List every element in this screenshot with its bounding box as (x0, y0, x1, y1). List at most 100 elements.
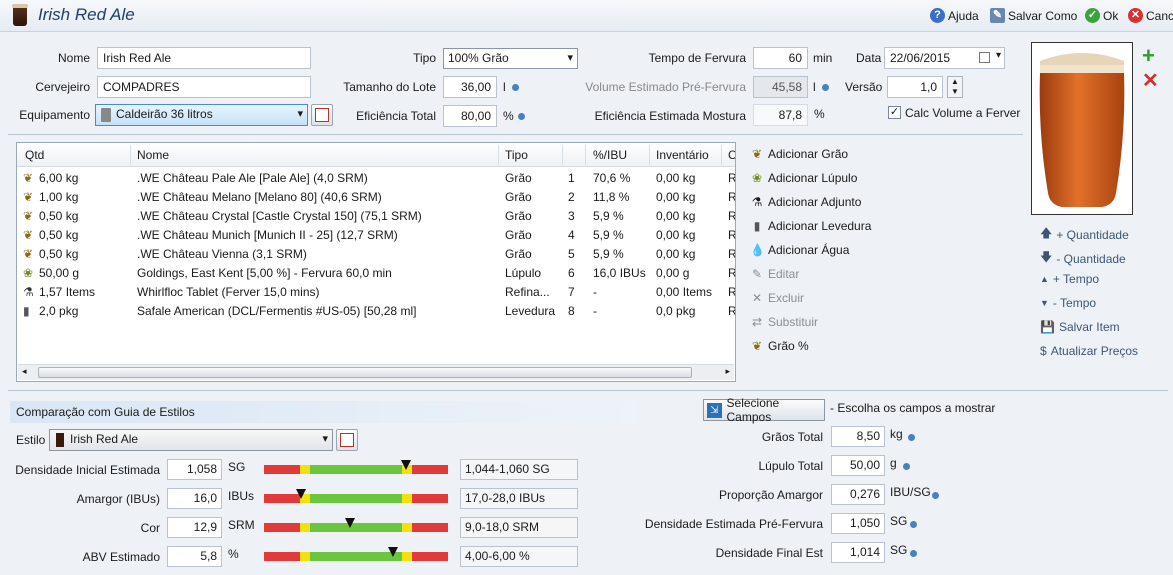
table-row[interactable]: ⚗ 1,57 Items Whirlfloc Tablet (Ferver 15,0… (17, 283, 736, 302)
row-inventory: 0,0 pkg (656, 304, 696, 318)
style-row-value: 5,8 (167, 546, 222, 567)
brewer-label: Cervejeiro (35, 80, 90, 94)
summary-field-label: Lúpulo Total (758, 459, 824, 473)
time-up-button[interactable]: ▲ + Tempo (1040, 272, 1099, 286)
save-as-button[interactable]: ✎ Salvar Como (990, 8, 1077, 23)
row-inventory: 0,00 kg (656, 190, 696, 204)
style-row-label: Amargor (IBUs) (76, 492, 160, 506)
table-row[interactable]: ▮ 2,0 pkg Safale American (DCL/Fermentis #… (17, 302, 736, 321)
summary-field-value: 1,014 (831, 542, 885, 563)
window-title: Irish Red Ale (38, 5, 135, 24)
type-select[interactable]: 100% Grão (443, 48, 578, 69)
row-name: .WE Château Vienna (3,1 SRM) (137, 247, 307, 261)
column-header[interactable]: Nome (137, 148, 169, 162)
version-spinner[interactable]: ▲ ▼ (947, 76, 963, 98)
column-header[interactable]: Qtd (25, 148, 44, 162)
ingredients-table[interactable]: Qtd Nome Tipo %/IBU Inventário C ❦ 6,00 k… (16, 142, 736, 382)
quantity-down-button[interactable]: 🡇 - Quantidade (1040, 248, 1126, 269)
scroll-thumb[interactable] (38, 367, 692, 378)
add-adjunct-button[interactable]: ⚗ Adicionar Adjunto (750, 195, 862, 209)
quantity-up-button[interactable]: 🡅 + Quantidade (1040, 224, 1129, 245)
time-down-button[interactable]: ▼ - Tempo (1040, 296, 1096, 310)
style-row-label: ABV Estimado (82, 550, 160, 564)
cancel-button[interactable]: ✕ Canc (1128, 8, 1173, 23)
select-fields-button[interactable]: ⇲ Selecione Campos (703, 396, 825, 424)
grain-percent-button[interactable]: ❦ Grão % (750, 339, 809, 353)
style-range-bar (264, 518, 448, 532)
column-header[interactable]: %/IBU (593, 148, 627, 162)
efficiency-label: Eficiência Total (356, 109, 436, 123)
table-row[interactable]: ❦ 6,00 kg .WE Château Pale Ale [Pale Ale] … (17, 169, 736, 188)
scroll-left-icon[interactable]: ◂ (22, 366, 27, 377)
row-c: R (728, 304, 736, 318)
style-row-range: 9,0-18,0 SRM (460, 517, 578, 538)
grain-icon: ❦ (751, 339, 763, 353)
info-dot-icon (512, 84, 519, 91)
table-header: Qtd Nome Tipo %/IBU Inventário C (17, 143, 735, 167)
batch-unit: l (503, 80, 506, 94)
horizontal-scrollbar[interactable]: ◂ ▸ (18, 364, 734, 380)
summary-field-value: 50,00 (831, 455, 885, 476)
table-row[interactable]: ❦ 0,50 kg .WE Château Munich [Munich II - … (17, 226, 736, 245)
row-order: 6 (568, 266, 575, 280)
version-label: Versão (845, 80, 883, 94)
calendar-icon[interactable] (979, 52, 990, 63)
brewer-input[interactable]: COMPADRES (97, 76, 311, 98)
update-prices-button[interactable]: $ Atualizar Preços (1040, 344, 1138, 358)
row-type: Grão (505, 190, 532, 204)
row-name: .WE Château Pale Ale [Pale Ale] (4,0 SRM… (137, 171, 368, 185)
date-input[interactable]: 22/06/2015 ▾ (884, 47, 1005, 69)
adjunct-icon: ⚗ (23, 285, 34, 299)
table-row[interactable]: ❦ 0,50 kg .WE Château Vienna (3,1 SRM) Grão… (17, 245, 735, 264)
delete-button[interactable]: ✕ Excluir (750, 291, 804, 305)
style-select[interactable]: Irish Red Ale (49, 429, 333, 451)
row-type: Grão (505, 228, 532, 242)
remove-icon[interactable]: ✕ (1142, 71, 1159, 91)
range-marker-icon (296, 489, 306, 499)
add-water-button[interactable]: 💧 Adicionar Água (750, 243, 849, 257)
style-row-unit: % (228, 547, 239, 561)
style-row-range: 1,044-1,060 SG (460, 459, 578, 480)
beer-glass-icon (56, 433, 64, 447)
add-yeast-button[interactable]: ▮ Adicionar Levedura (750, 219, 872, 233)
table-row[interactable]: ❦ 0,50 kg .WE Château Crystal [Castle Crys… (17, 207, 735, 226)
summary-field-label: Densidade Estimada Pré-Fervura (644, 517, 823, 531)
column-header[interactable]: C (728, 148, 735, 162)
add-grain-button[interactable]: ❦ Adicionar Grão (750, 147, 848, 161)
add-hop-button[interactable]: ❀ Adicionar Lúpulo (750, 171, 857, 185)
efficiency-unit: % (503, 109, 514, 123)
scroll-right-icon[interactable]: ▸ (725, 366, 730, 377)
summary-field-label: Densidade Final Est (715, 546, 823, 560)
column-header[interactable]: Inventário (656, 148, 709, 162)
version-input[interactable]: 1,0 (887, 76, 943, 98)
batch-size-input[interactable]: 36,00 (443, 76, 497, 98)
row-c: R (728, 228, 736, 242)
pre-boil-unit: l (813, 80, 816, 94)
row-type: Grão (505, 247, 532, 261)
row-type: Grão (505, 171, 532, 185)
column-header[interactable]: Tipo (505, 148, 528, 162)
row-c: R (728, 171, 736, 185)
edit-button[interactable]: ✎ Editar (750, 267, 799, 281)
row-quantity: 2,0 pkg (39, 304, 79, 318)
boil-time-input[interactable]: 60 (753, 47, 808, 69)
divider (8, 390, 1168, 391)
row-c: R (728, 285, 736, 299)
name-input[interactable]: Irish Red Ale (97, 47, 311, 69)
ok-button[interactable]: ✓ Ok (1085, 8, 1118, 23)
help-icon: ? (930, 8, 945, 23)
calc-boil-checkbox[interactable]: ✓ (888, 106, 901, 119)
pre-boil-volume-value: 45,58 (753, 76, 808, 98)
efficiency-input[interactable]: 80,00 (443, 105, 497, 127)
help-button[interactable]: ? Ajuda (930, 8, 979, 23)
equipment-select[interactable]: Caldeirão 36 litros (95, 104, 308, 126)
replace-button[interactable]: ⇄ Substituir (750, 315, 818, 329)
edit-style-button[interactable] (336, 429, 358, 451)
table-row[interactable]: ❀ 50,00 g Goldings, East Kent [5,00 %] - F… (17, 264, 735, 283)
save-item-button[interactable]: 💾 Salvar Item (1040, 320, 1120, 334)
add-icon[interactable]: + (1142, 45, 1155, 67)
style-range-bar (264, 547, 448, 561)
row-percent-ibu: 5,9 % (593, 209, 624, 223)
table-row[interactable]: ❦ 1,00 kg .WE Château Melano [Melano 80] (… (17, 188, 735, 207)
style-row-value: 12,9 (167, 517, 222, 538)
